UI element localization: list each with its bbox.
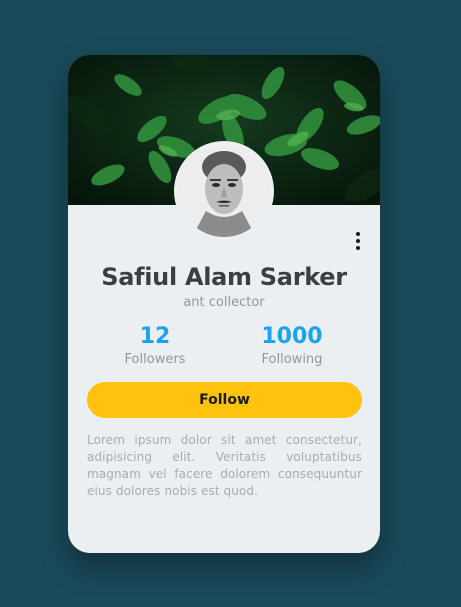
profile-title: ant collector — [183, 295, 265, 310]
following-stat[interactable]: 1000 Following — [232, 323, 352, 369]
profile-name: Safiul Alam Sarker — [101, 263, 347, 291]
following-count: 1000 — [261, 324, 323, 349]
profile-bio: Lorem ipsum dolor sit amet consectetur, … — [87, 433, 362, 498]
followers-label: Followers — [124, 352, 186, 367]
followers-stat[interactable]: 12 Followers — [95, 323, 215, 369]
following-label: Following — [261, 352, 323, 367]
followers-count: 12 — [139, 324, 171, 349]
avatar — [174, 141, 274, 241]
follow-button[interactable]: Follow — [87, 382, 362, 418]
more-vertical-icon — [356, 232, 360, 236]
more-options-button[interactable] — [348, 229, 368, 253]
profile-card: Safiul Alam Sarker ant collector 12 Foll… — [68, 55, 380, 553]
